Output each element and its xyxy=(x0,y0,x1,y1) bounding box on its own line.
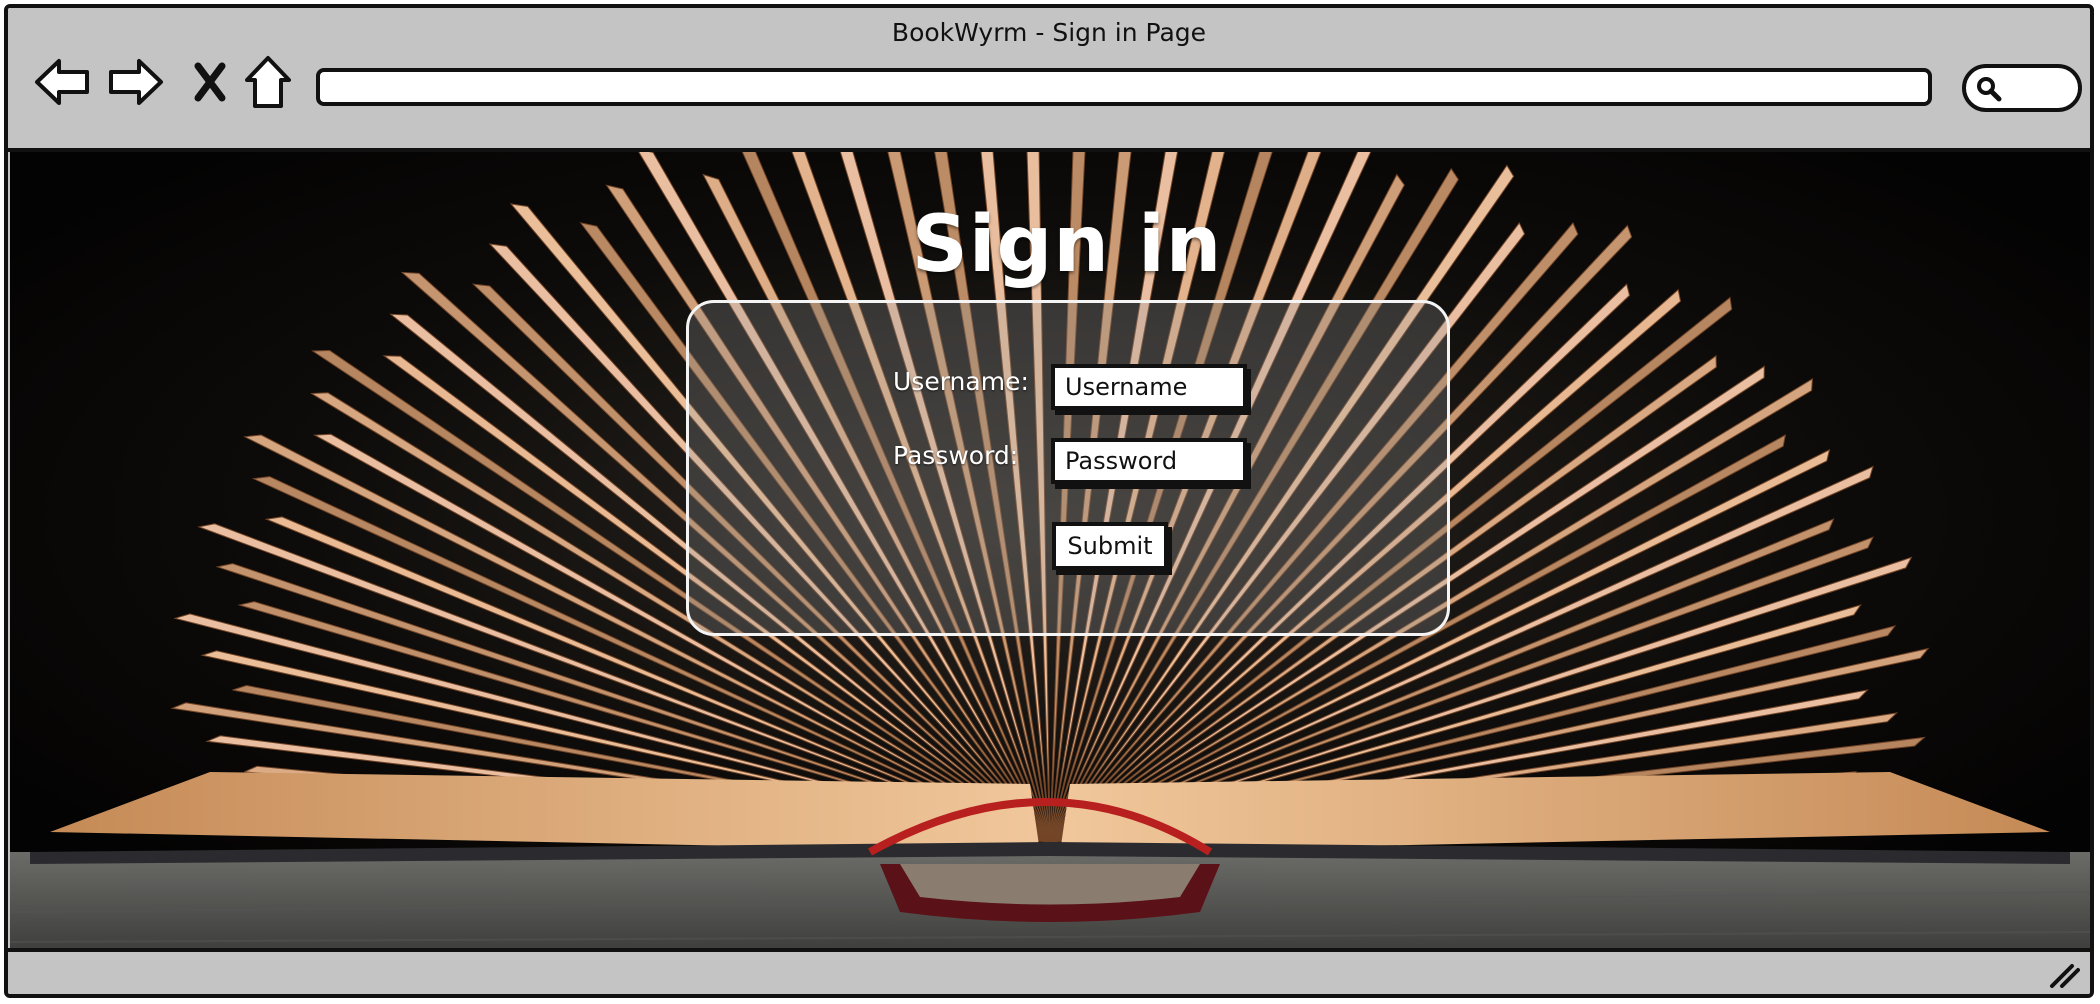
browser-toolbar: BookWyrm - Sign in Page xyxy=(8,8,2090,152)
close-icon xyxy=(194,62,226,102)
username-label: Username: xyxy=(893,367,1029,396)
window-title: BookWyrm - Sign in Page xyxy=(891,18,1207,47)
stop-button[interactable] xyxy=(180,52,240,112)
search-icon xyxy=(1977,77,2002,102)
forward-arrow-icon xyxy=(109,59,163,105)
password-label: Password: xyxy=(893,441,1019,470)
submit-button[interactable]: Submit xyxy=(1052,522,1168,570)
browser-search-field[interactable] xyxy=(1962,64,2082,112)
home-icon xyxy=(245,56,291,108)
home-button[interactable] xyxy=(238,52,298,112)
back-arrow-icon xyxy=(35,59,89,105)
username-input[interactable] xyxy=(1051,364,1247,410)
page-title: Sign in xyxy=(911,200,1223,290)
sign-in-form: Username: Password: Submit xyxy=(686,300,1450,636)
browser-window: BookWyrm - Sign in Page Sign in Username… xyxy=(4,4,2094,998)
resize-grip-icon[interactable] xyxy=(2048,960,2080,988)
status-bar xyxy=(8,948,2090,994)
forward-button[interactable] xyxy=(106,52,166,112)
address-bar[interactable] xyxy=(316,68,1932,106)
back-button[interactable] xyxy=(32,52,92,112)
page-content: Sign in Username: Password: Submit xyxy=(10,152,2090,960)
password-input[interactable] xyxy=(1051,438,1247,484)
